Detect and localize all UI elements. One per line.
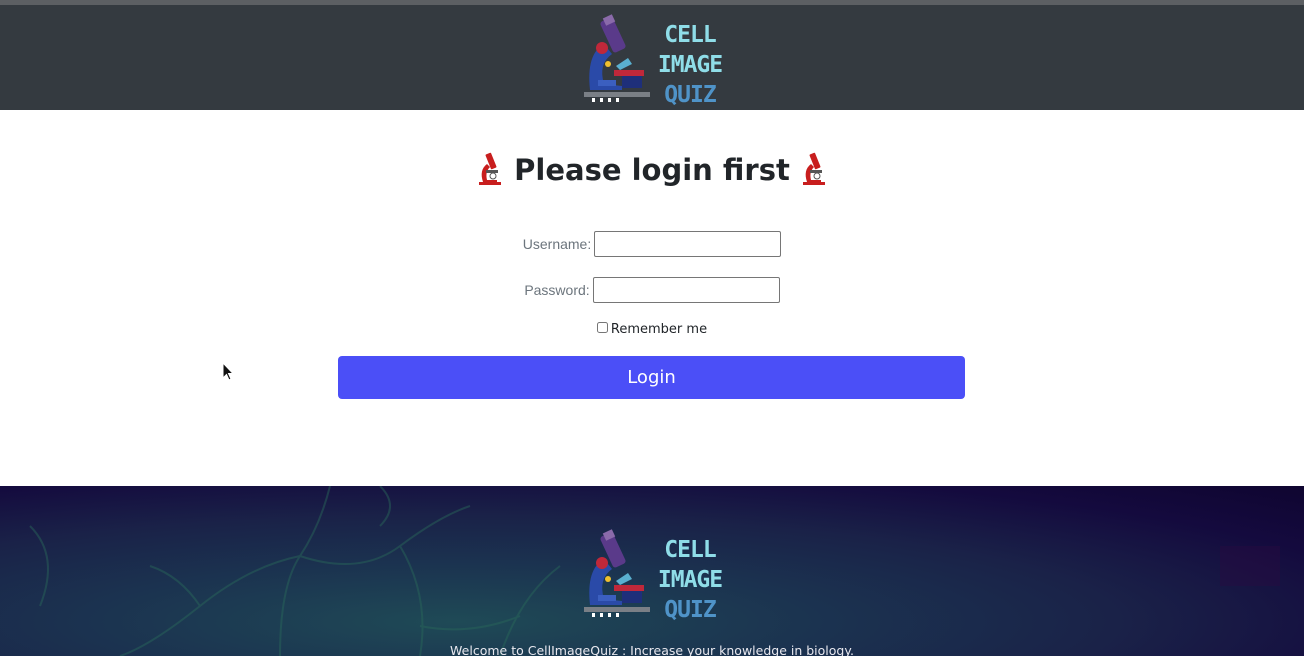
- site-footer: CELL IMAGE QUIZ Welcome to CellImageQuiz…: [0, 486, 1304, 656]
- password-input[interactable]: [592, 277, 780, 303]
- site-header: CELL IMAGE QUIZ: [0, 5, 1304, 110]
- logo-wordmark: CELL IMAGE QUIZ: [655, 535, 725, 625]
- logo-wordmark: CELL IMAGE QUIZ: [655, 20, 725, 110]
- page-title: Please login first: [0, 150, 1304, 194]
- logo-line-2: IMAGE: [657, 52, 723, 78]
- remember-row: Remember me: [0, 322, 1304, 337]
- logo-line-3: QUIZ: [664, 597, 716, 623]
- microscope-emoji-icon: [479, 152, 502, 185]
- mouse-cursor-icon: [222, 362, 234, 381]
- password-row: Password:: [0, 277, 1304, 303]
- password-label: Password:: [524, 282, 590, 298]
- remember-label[interactable]: Remember me: [611, 322, 707, 337]
- microscope-icon: [584, 529, 650, 617]
- footer-logo[interactable]: CELL IMAGE QUIZ: [582, 529, 723, 623]
- remember-checkbox[interactable]: [596, 322, 608, 333]
- username-input[interactable]: [594, 231, 782, 257]
- logo-line-1: CELL: [664, 22, 716, 48]
- login-section: Please login first Username: Password: R…: [0, 110, 1304, 486]
- title-text: Please login first: [514, 153, 790, 187]
- logo-line-1: CELL: [664, 537, 716, 563]
- logo-line-3: QUIZ: [664, 82, 716, 108]
- welcome-text: Welcome to CellImageQuiz : Increase your…: [450, 643, 854, 656]
- header-logo[interactable]: CELL IMAGE QUIZ: [582, 14, 723, 108]
- microscope-emoji-icon: [802, 152, 825, 185]
- logo-line-2: IMAGE: [657, 567, 723, 593]
- username-label: Username:: [522, 236, 592, 252]
- microscope-icon: [584, 14, 650, 102]
- username-row: Username:: [0, 231, 1304, 257]
- login-button[interactable]: Login: [338, 356, 965, 399]
